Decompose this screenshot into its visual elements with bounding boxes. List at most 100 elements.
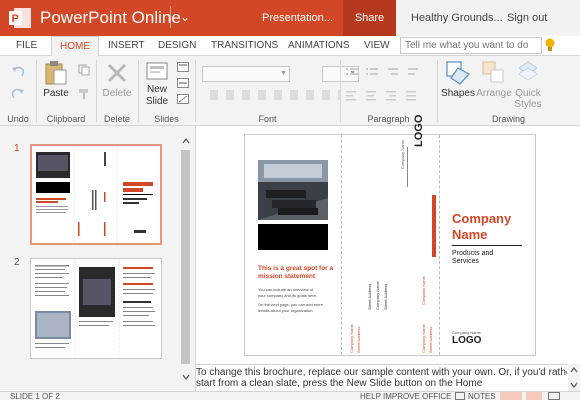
new-slide-icon[interactable] bbox=[146, 61, 168, 81]
notes-scrollbar[interactable] bbox=[568, 364, 580, 391]
app-name[interactable]: PowerPoint Online bbox=[40, 8, 181, 28]
quick-styles-label-1[interactable]: Quick bbox=[510, 88, 546, 99]
notes-text[interactable]: To change this brochure, replace our sam… bbox=[196, 367, 567, 389]
account-name[interactable]: Healthy Grounds... bbox=[411, 12, 503, 24]
slide-thumbnail-1[interactable] bbox=[30, 144, 162, 245]
sign-out-link[interactable]: Sign out bbox=[507, 12, 547, 24]
account-area: Healthy Grounds... Sign out bbox=[396, 0, 580, 36]
shapes-icon[interactable] bbox=[445, 60, 471, 86]
chevron-down-icon[interactable]: ⌄ bbox=[170, 6, 190, 28]
share-button[interactable]: Share bbox=[343, 0, 396, 36]
notes-toggle[interactable]: NOTES bbox=[468, 392, 496, 400]
body-line-2: your company and its goals here. bbox=[258, 293, 317, 298]
middle-logo-rotated: LOGO bbox=[413, 111, 427, 147]
notes-icon[interactable] bbox=[455, 392, 465, 400]
paste-icon[interactable] bbox=[44, 60, 68, 86]
slide-count-status: SLIDE 1 OF 2 bbox=[10, 392, 60, 400]
lightbulb-icon bbox=[545, 38, 555, 51]
slide-thumbnail-2[interactable] bbox=[30, 258, 162, 359]
copy-icon[interactable] bbox=[78, 64, 90, 76]
slide-number-2: 2 bbox=[14, 257, 20, 268]
scrollbar-thumb[interactable] bbox=[181, 150, 190, 364]
cover-logo: LOGO bbox=[452, 335, 482, 346]
tab-animations[interactable]: ANIMATIONS bbox=[288, 40, 349, 51]
quick-styles-icon[interactable] bbox=[516, 60, 540, 86]
company-name-line-2: Name bbox=[452, 227, 488, 242]
tab-home[interactable]: HOME bbox=[51, 36, 99, 57]
mission-line-1: This is a great spot for a bbox=[258, 265, 334, 272]
duplicate-slide-icon[interactable] bbox=[177, 78, 189, 88]
tab-view[interactable]: VIEW bbox=[364, 40, 390, 51]
delete-button[interactable]: Delete bbox=[99, 88, 135, 99]
format-painter-icon[interactable] bbox=[78, 88, 90, 100]
tell-me-input[interactable] bbox=[400, 37, 542, 54]
status-bar: SLIDE 1 OF 2 HELP IMPROVE OFFICE NOTES bbox=[0, 391, 580, 400]
ribbon-divider bbox=[437, 60, 438, 122]
ribbon-divider bbox=[96, 60, 97, 122]
panel-divider bbox=[341, 135, 342, 355]
address-rotated-1: Street Address bbox=[367, 283, 372, 310]
group-label-font: Font bbox=[258, 114, 277, 124]
tab-design[interactable]: DESIGN bbox=[158, 40, 196, 51]
slide-sorter-icon[interactable] bbox=[526, 392, 542, 400]
products-line-2: Services bbox=[452, 258, 479, 265]
slide-number-1: 1 bbox=[14, 143, 20, 154]
group-label-delete: Delete bbox=[103, 114, 130, 124]
ribbon-divider bbox=[138, 60, 139, 122]
slide-thumbnail-2-preview bbox=[35, 259, 155, 358]
chevron-down-icon: ▼ bbox=[280, 70, 287, 77]
group-label-clipboard: Clipboard bbox=[46, 114, 86, 124]
products-line-1: Products and bbox=[452, 250, 494, 257]
hide-slide-icon[interactable] bbox=[177, 94, 189, 104]
panel-divider bbox=[439, 135, 440, 355]
body-line-1: You can include an overview of bbox=[258, 287, 313, 292]
arrange-button[interactable]: Arrange bbox=[475, 88, 513, 99]
notes-pane[interactable]: To change this brochure, replace our sam… bbox=[195, 364, 567, 391]
logo-company-small: Company Name bbox=[400, 140, 405, 169]
group-label-drawing: Drawing bbox=[491, 114, 525, 124]
alignment-icons[interactable] bbox=[346, 90, 432, 102]
ribbon: Undo Paste Clipboard Delete Delete New S… bbox=[0, 56, 580, 126]
powerpoint-logo-icon[interactable]: P bbox=[8, 7, 32, 29]
font-format-buttons[interactable] bbox=[210, 90, 340, 100]
shapes-button[interactable]: Shapes bbox=[440, 88, 476, 99]
arrange-icon[interactable] bbox=[481, 60, 505, 86]
group-label-undo: Undo bbox=[7, 114, 29, 124]
new-slide-label-2[interactable]: Slide bbox=[141, 96, 173, 107]
tab-insert[interactable]: INSERT bbox=[108, 40, 145, 51]
slide-thumbnail-1-preview bbox=[36, 146, 153, 243]
delete-icon[interactable] bbox=[106, 62, 128, 84]
company-rotated-orange: Company Name bbox=[421, 276, 426, 305]
address-rotated-2: Company Name bbox=[375, 281, 380, 310]
logo-text: LOGO bbox=[413, 114, 425, 147]
title-bar: P PowerPoint Online ⌄ Presentation... Sh… bbox=[0, 0, 580, 36]
document-title[interactable]: Presentation... bbox=[262, 12, 333, 24]
mission-line-2: mission statement bbox=[258, 273, 316, 280]
new-slide-label-1[interactable]: New bbox=[141, 84, 173, 95]
ribbon-divider bbox=[36, 60, 37, 122]
group-label-slides: Slides bbox=[154, 114, 179, 124]
slide-canvas[interactable]: This is a great spot for a mission state… bbox=[244, 115, 536, 356]
body-line-4: details about your organization. bbox=[258, 308, 314, 313]
tab-file[interactable]: FILE bbox=[16, 40, 37, 51]
svg-text:P: P bbox=[12, 13, 19, 25]
accent-bar bbox=[432, 195, 436, 257]
body-line-3: On the next page, you can add more bbox=[258, 302, 323, 307]
quick-styles-label-2[interactable]: Styles bbox=[510, 99, 546, 110]
address-rotated-3: Street Address bbox=[383, 283, 388, 310]
normal-view-icon[interactable] bbox=[500, 392, 522, 400]
reading-view-icon[interactable] bbox=[548, 392, 560, 400]
redo-icon[interactable] bbox=[10, 86, 26, 100]
font-name-combo[interactable]: ▼ bbox=[202, 66, 290, 82]
ribbon-divider bbox=[340, 60, 341, 122]
company-name-line-1: Company bbox=[452, 211, 512, 226]
airport-photo bbox=[258, 160, 328, 250]
help-improve-link[interactable]: HELP IMPROVE OFFICE bbox=[360, 392, 451, 400]
back-company-orange-4: Street Address bbox=[428, 326, 433, 353]
undo-icon[interactable] bbox=[10, 64, 26, 78]
cover-rule bbox=[452, 245, 522, 246]
list-format-icons[interactable] bbox=[346, 66, 432, 78]
layout-icon[interactable] bbox=[177, 62, 189, 72]
paste-button[interactable]: Paste bbox=[40, 88, 72, 99]
tab-transitions[interactable]: TRANSITIONS bbox=[211, 40, 278, 51]
